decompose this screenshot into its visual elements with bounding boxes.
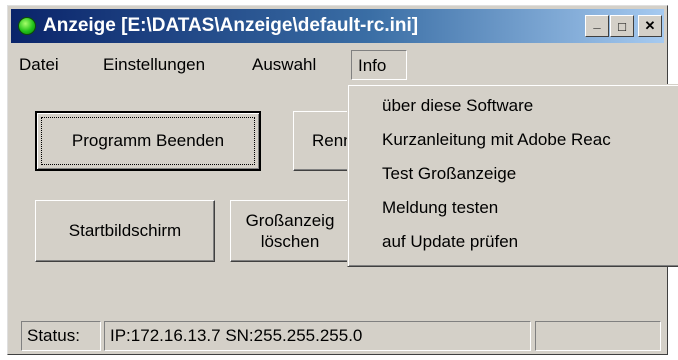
menu-datei[interactable]: Datei [13,50,65,80]
minimize-icon: _ [593,14,601,30]
menu-bar: Datei Einstellungen Auswahl Info [11,47,664,83]
menu-item-check-update[interactable]: auf Update prüfen [382,227,518,257]
close-button[interactable]: ✕ [638,15,662,37]
minimize-button[interactable]: _ [585,15,609,37]
status-text-panel: IP:172.16.13.7 SN:255.255.255.0 [104,321,531,351]
status-text: IP:172.16.13.7 SN:255.255.255.0 [110,326,363,345]
start-screen-button[interactable]: Startbildschirm [35,200,215,262]
focus-rectangle [41,117,255,165]
menu-einstellungen[interactable]: Einstellungen [97,50,211,80]
info-dropdown-menu: über diese Software Kurzanleitung mit Ad… [347,84,678,267]
status-bar: Status: IP:172.16.13.7 SN:255.255.255.0 [11,321,664,351]
title-bar[interactable]: Anzeige [E:\DATAS\Anzeige\default-rc.ini… [11,9,664,43]
menu-info[interactable]: Info [351,50,407,80]
menu-item-test-message[interactable]: Meldung testen [382,193,498,223]
maximize-button[interactable]: □ [610,15,634,37]
clear-large-label-line1: Großanzeig [245,210,335,230]
clear-large-label-line2: löschen [260,232,320,251]
status-label-panel: Status: [21,321,101,351]
maximize-icon: □ [618,18,626,34]
start-screen-label: Startbildschirm [68,221,182,241]
window-title: Anzeige [E:\DATAS\Anzeige\default-rc.ini… [43,15,419,36]
clear-large-display-button[interactable]: Großanzeig löschen [230,200,350,262]
close-icon: ✕ [644,18,656,33]
menu-auswahl[interactable]: Auswahl [246,50,322,80]
menu-item-quick-guide[interactable]: Kurzanleitung mit Adobe Reac [382,125,611,155]
menu-item-about[interactable]: über diese Software [382,91,533,121]
menu-item-test-large-display[interactable]: Test Großanzeige [382,159,516,189]
exit-program-button[interactable]: Programm Beenden [35,111,261,171]
app-icon [18,17,36,35]
status-extra-panel [535,321,661,351]
status-label: Status: [27,326,80,345]
